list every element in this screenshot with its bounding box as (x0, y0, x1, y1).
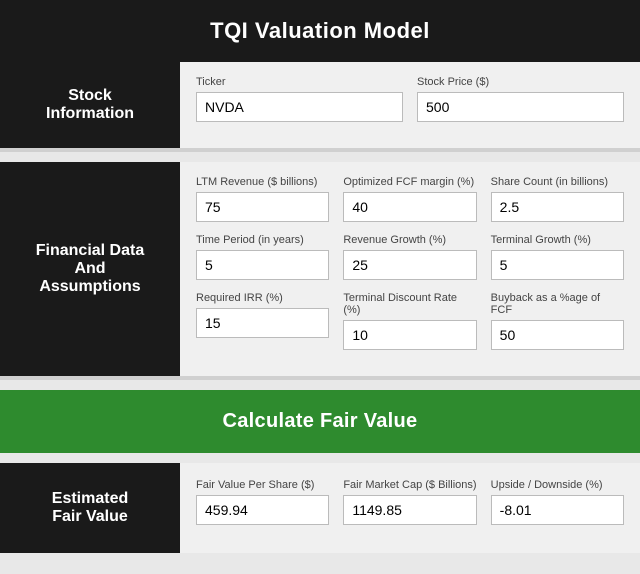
terminal-growth-input[interactable] (491, 250, 624, 280)
stock-information-label: StockInformation (0, 62, 180, 148)
fair-market-cap-label: Fair Market Cap ($ Billions) (343, 479, 476, 491)
financial-data-label: Financial DataAndAssumptions (0, 162, 180, 376)
stock-price-input[interactable] (417, 92, 624, 122)
revenue-growth-input[interactable] (343, 250, 476, 280)
fair-value-per-share-input[interactable] (196, 495, 329, 525)
revenue-growth-group: Revenue Growth (%) (343, 234, 476, 280)
calculate-fair-value-button[interactable]: Calculate Fair Value (0, 390, 640, 453)
estimated-fair-value-content: Fair Value Per Share ($) Fair Market Cap… (180, 463, 640, 553)
share-count-group: Share Count (in billions) (491, 176, 624, 222)
stock-price-field-group: Stock Price ($) (417, 76, 624, 122)
fcf-margin-input[interactable] (343, 192, 476, 222)
page-title: TQI Valuation Model (0, 0, 640, 62)
time-period-group: Time Period (in years) (196, 234, 329, 280)
fair-market-cap-group: Fair Market Cap ($ Billions) (343, 479, 476, 525)
stock-price-label: Stock Price ($) (417, 76, 624, 88)
fair-value-per-share-group: Fair Value Per Share ($) (196, 479, 329, 525)
buyback-input[interactable] (491, 320, 624, 350)
terminal-growth-label: Terminal Growth (%) (491, 234, 624, 246)
upside-downside-label: Upside / Downside (%) (491, 479, 624, 491)
ltm-revenue-label: LTM Revenue ($ billions) (196, 176, 329, 188)
estimated-fields-row: Fair Value Per Share ($) Fair Market Cap… (196, 479, 624, 525)
financial-row-1: LTM Revenue ($ billions) Optimized FCF m… (196, 176, 624, 222)
time-period-label: Time Period (in years) (196, 234, 329, 246)
fair-value-per-share-label: Fair Value Per Share ($) (196, 479, 329, 491)
ltm-revenue-group: LTM Revenue ($ billions) (196, 176, 329, 222)
ltm-revenue-input[interactable] (196, 192, 329, 222)
upside-downside-group: Upside / Downside (%) (491, 479, 624, 525)
buyback-label: Buyback as a %age of FCF (491, 292, 624, 316)
financial-row-3: Required IRR (%) Terminal Discount Rate … (196, 292, 624, 350)
financial-data-section: Financial DataAndAssumptions LTM Revenue… (0, 162, 640, 380)
revenue-growth-label: Revenue Growth (%) (343, 234, 476, 246)
buyback-group: Buyback as a %age of FCF (491, 292, 624, 350)
terminal-growth-group: Terminal Growth (%) (491, 234, 624, 280)
upside-downside-input[interactable] (491, 495, 624, 525)
terminal-discount-label: Terminal Discount Rate (%) (343, 292, 476, 316)
gap-2 (0, 380, 640, 390)
financial-row-2: Time Period (in years) Revenue Growth (%… (196, 234, 624, 280)
share-count-label: Share Count (in billions) (491, 176, 624, 188)
share-count-input[interactable] (491, 192, 624, 222)
gap-3 (0, 453, 640, 463)
ticker-input[interactable] (196, 92, 403, 122)
terminal-discount-group: Terminal Discount Rate (%) (343, 292, 476, 350)
stock-information-section: StockInformation Ticker Stock Price ($) (0, 62, 640, 152)
estimated-fair-value-label: EstimatedFair Value (0, 463, 180, 553)
terminal-discount-input[interactable] (343, 320, 476, 350)
fair-market-cap-input[interactable] (343, 495, 476, 525)
required-irr-group: Required IRR (%) (196, 292, 329, 350)
estimated-fair-value-section: EstimatedFair Value Fair Value Per Share… (0, 463, 640, 553)
ticker-field-group: Ticker (196, 76, 403, 122)
financial-data-content: LTM Revenue ($ billions) Optimized FCF m… (180, 162, 640, 376)
gap-1 (0, 152, 640, 162)
time-period-input[interactable] (196, 250, 329, 280)
stock-information-content: Ticker Stock Price ($) (180, 62, 640, 148)
stock-fields-row: Ticker Stock Price ($) (196, 76, 624, 122)
fcf-margin-label: Optimized FCF margin (%) (343, 176, 476, 188)
required-irr-input[interactable] (196, 308, 329, 338)
ticker-label: Ticker (196, 76, 403, 88)
required-irr-label: Required IRR (%) (196, 292, 329, 304)
fcf-margin-group: Optimized FCF margin (%) (343, 176, 476, 222)
